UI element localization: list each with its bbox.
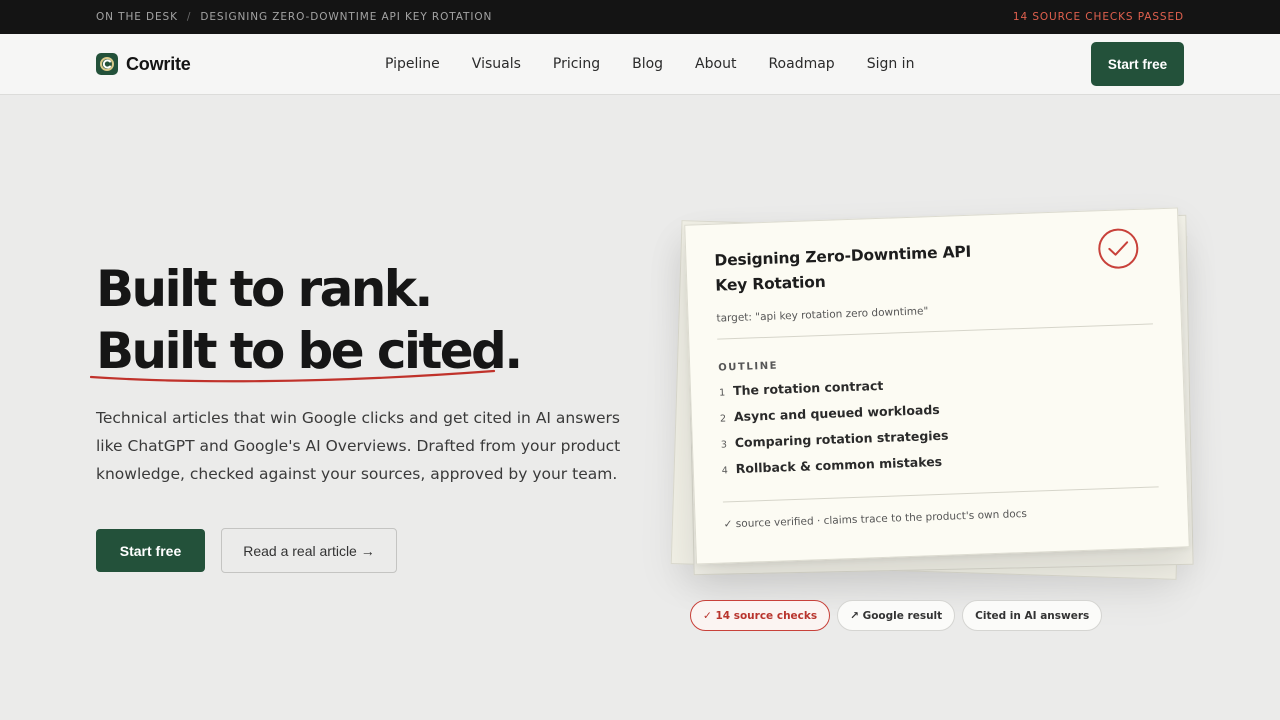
chip-google-result[interactable]: ↗ Google result [837, 600, 956, 631]
nav-link-roadmap[interactable]: Roadmap [768, 56, 834, 72]
outline-number: 2 [719, 413, 727, 425]
nav-link-visuals[interactable]: Visuals [472, 56, 521, 72]
nav-start-free-button[interactable]: Start free [1091, 42, 1184, 86]
cowrite-logo-icon [96, 53, 118, 75]
nav-link-pipeline[interactable]: Pipeline [385, 56, 440, 72]
article-preview-card: Designing Zero-Downtime API Key Rotation… [684, 207, 1190, 565]
breadcrumb: ON THE DESK / DESIGNING ZERO-DOWNTIME AP… [96, 11, 492, 23]
doc-title: Designing Zero-Downtime API Key Rotation [714, 242, 972, 295]
brand-link[interactable]: Cowrite [96, 53, 191, 75]
doc-verification-note: ✓ source verified · claims trace to the … [723, 507, 1028, 531]
nav-links: Pipeline Visuals Pricing Blog About Road… [385, 34, 914, 94]
top-banner: ON THE DESK / DESIGNING ZERO-DOWNTIME AP… [0, 0, 1280, 34]
source-checks-status: 14 SOURCE CHECKS PASSED [1012, 11, 1184, 23]
chip-cited-ai[interactable]: Cited in AI answers [962, 600, 1103, 631]
nav-link-about[interactable]: About [695, 56, 736, 72]
feature-chips: ✓ 14 source checks ↗ Google result Cited… [690, 600, 1103, 631]
doc-target-keyword: target: "api key rotation zero downtime" [716, 305, 929, 325]
outline-list: 1 The rotation contract 2 Async and queued… [719, 368, 1158, 487]
brand-name: Cowrite [126, 53, 191, 74]
hero-start-free-button[interactable]: Start free [96, 529, 205, 572]
breadcrumb-item-desk[interactable]: ON THE DESK [96, 11, 178, 23]
hero-subtitle: Technical articles that win Google click… [96, 409, 621, 483]
hero-title-line-1: Built to rank. [96, 260, 433, 318]
doc-divider [717, 323, 1153, 340]
main-nav: Cowrite Pipeline Visuals Pricing Blog Ab… [0, 34, 1280, 95]
hand-drawn-underline [90, 369, 496, 383]
hero-title: Built to rank. Built to be cited. [96, 258, 523, 382]
outline-number: 3 [720, 439, 728, 451]
breadcrumb-separator: / [186, 11, 192, 23]
nav-link-blog[interactable]: Blog [632, 56, 663, 72]
check-circle-icon [1097, 227, 1140, 270]
outline-number: 4 [721, 465, 729, 477]
outline-text: The rotation contract [732, 377, 884, 399]
nav-link-pricing[interactable]: Pricing [553, 56, 600, 72]
breadcrumb-item-current: DESIGNING ZERO-DOWNTIME API KEY ROTATION [200, 11, 493, 23]
outline-number: 1 [718, 387, 726, 399]
read-article-button[interactable]: Read a real article → [221, 528, 397, 573]
doc-divider-bottom [722, 486, 1159, 503]
nav-link-sign-in[interactable]: Sign in [867, 56, 915, 72]
chip-source-checks[interactable]: ✓ 14 source checks [690, 600, 831, 631]
